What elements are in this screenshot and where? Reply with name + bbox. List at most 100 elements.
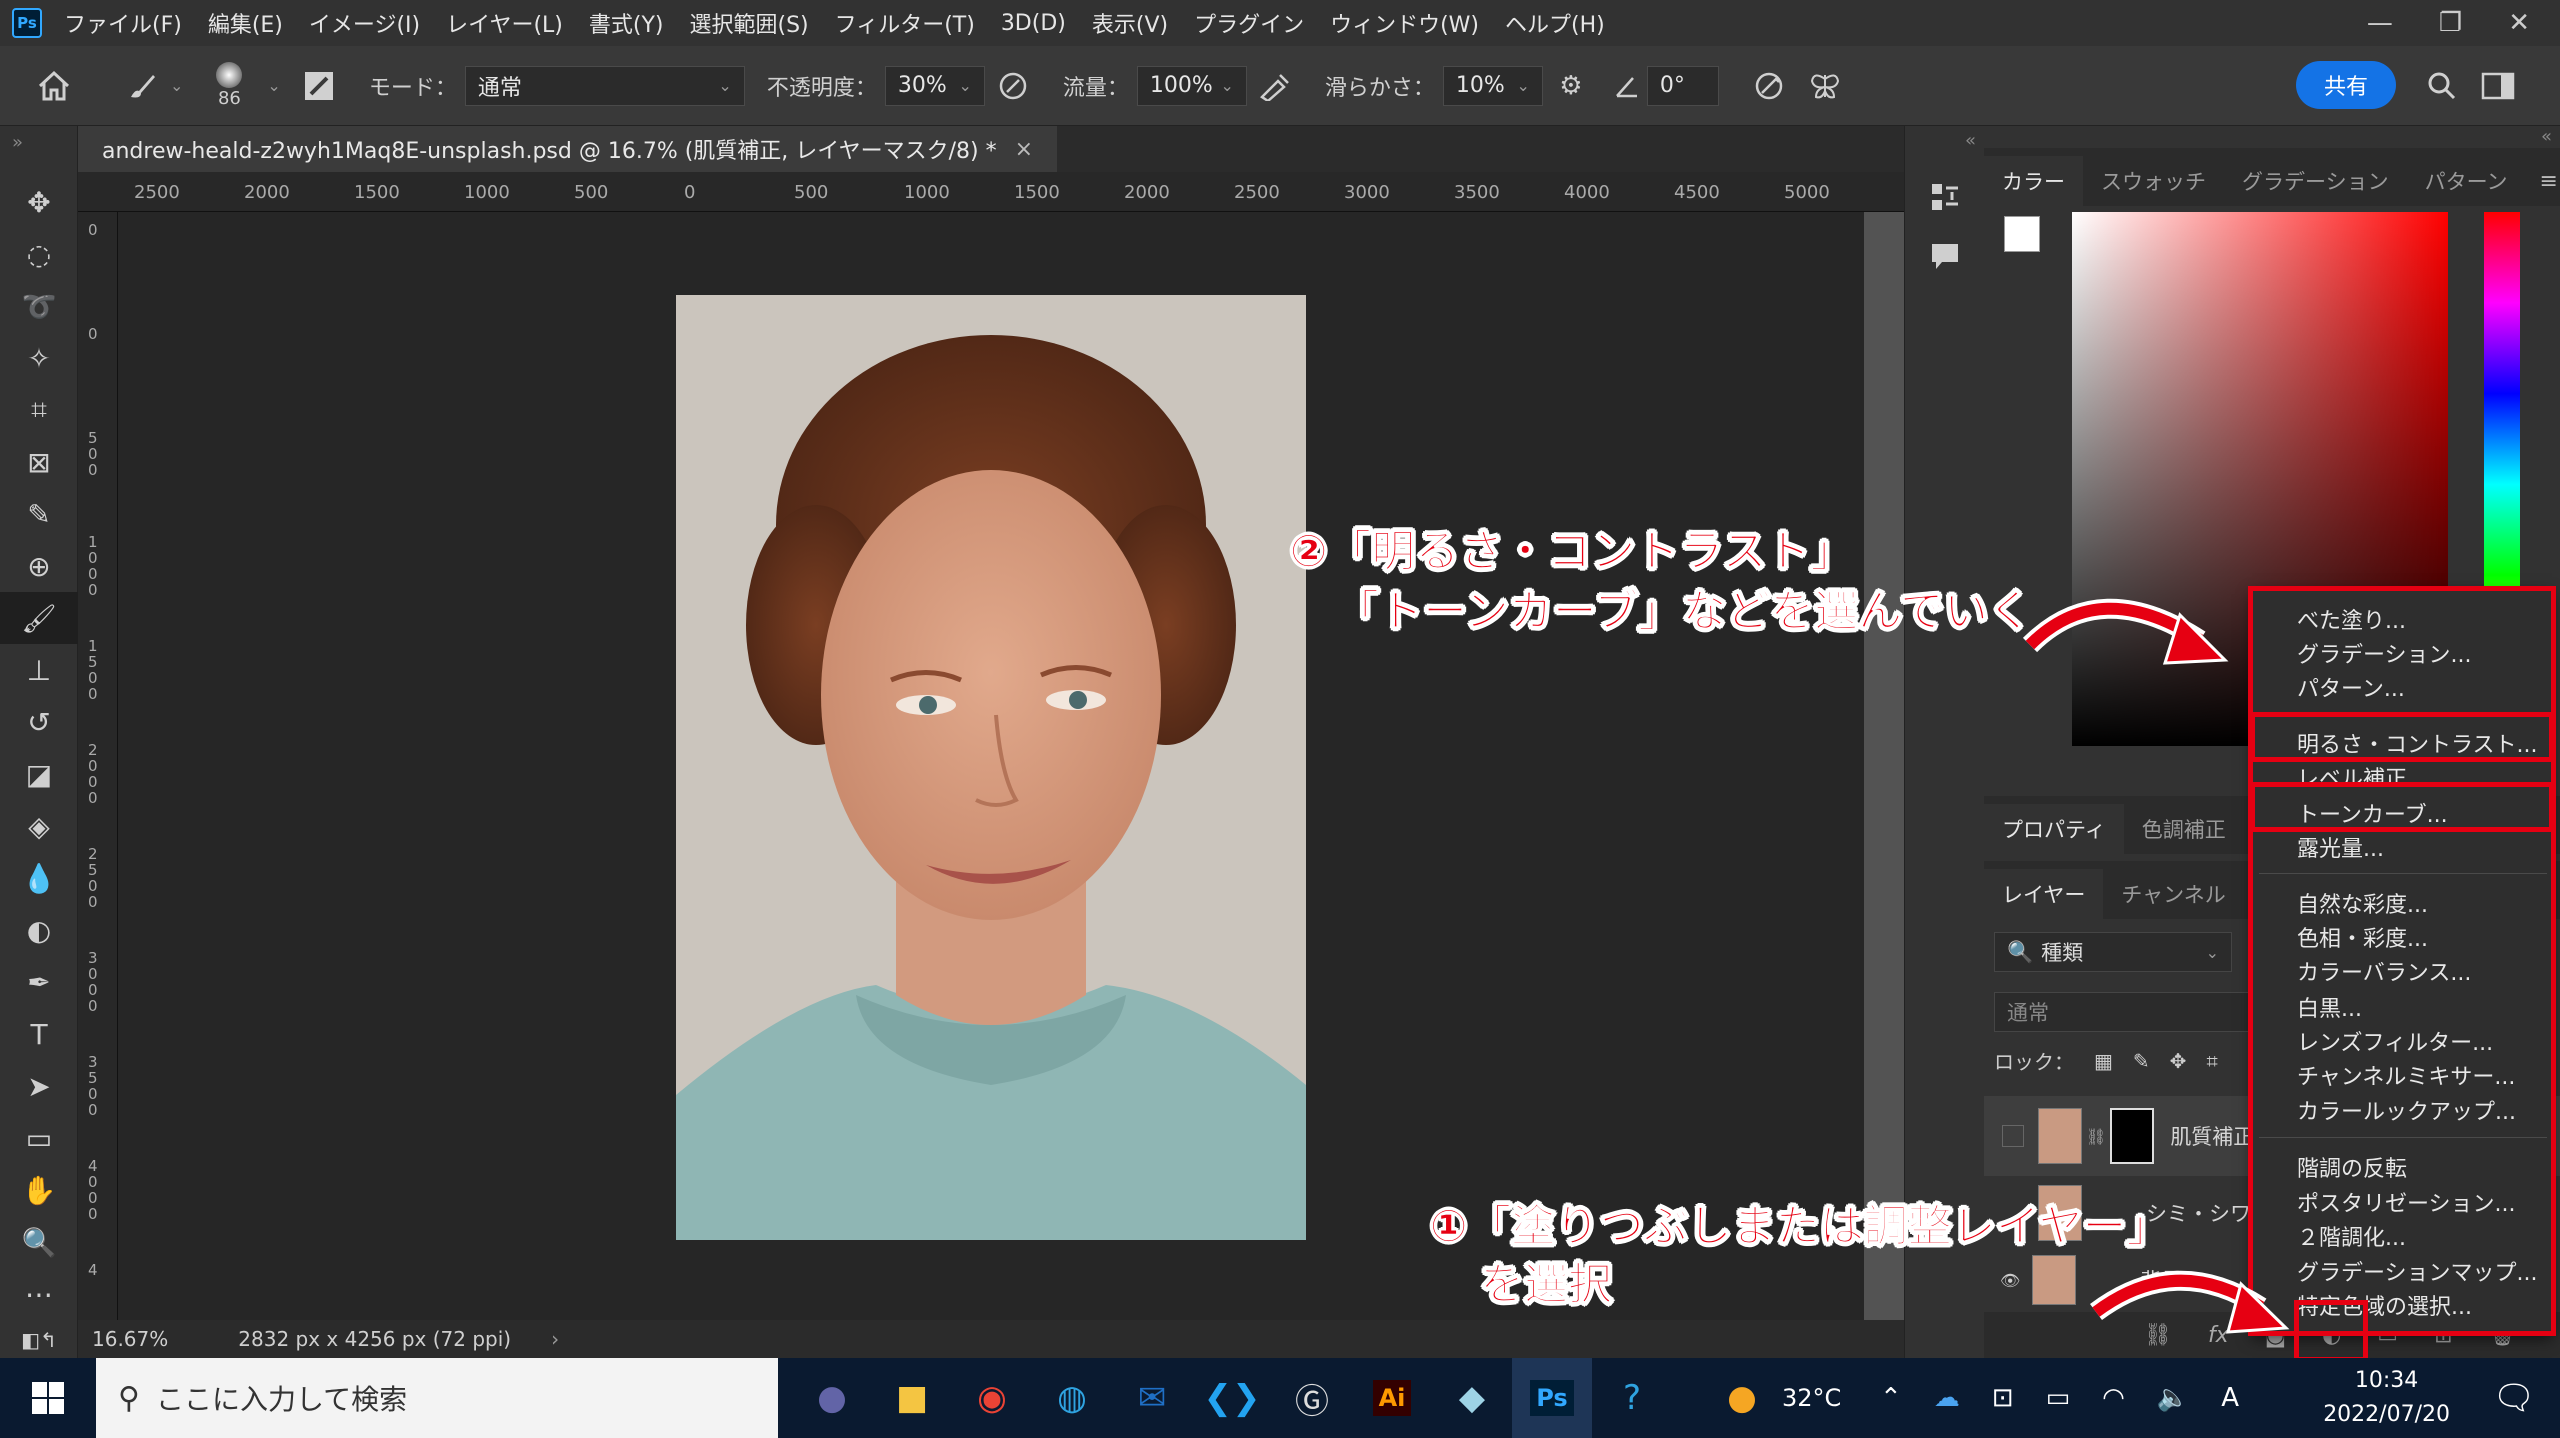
volume-icon[interactable]: 🔈 bbox=[2157, 1383, 2189, 1413]
chrome-icon[interactable]: ◉ bbox=[952, 1358, 1032, 1438]
pressure-opacity-icon[interactable] bbox=[993, 66, 1033, 106]
clone-stamp-tool-icon[interactable]: ⊥ bbox=[0, 644, 78, 696]
frame-tool-icon[interactable]: ⊠ bbox=[0, 436, 78, 488]
menu-layer[interactable]: レイヤー(L) bbox=[446, 7, 563, 39]
menu-select[interactable]: 選択範囲(S) bbox=[690, 7, 809, 39]
menu-window[interactable]: ウィンドウ(W) bbox=[1330, 7, 1479, 39]
lock-position-icon[interactable]: ✥ bbox=[2170, 1049, 2187, 1073]
meet-now-icon[interactable]: ⊡ bbox=[1992, 1383, 2014, 1413]
workspace-icon[interactable] bbox=[2478, 66, 2518, 106]
menu-help[interactable]: ヘルプ(H) bbox=[1505, 7, 1605, 39]
illustrator-icon[interactable]: Ai bbox=[1352, 1358, 1432, 1438]
type-tool-icon[interactable]: T bbox=[0, 1008, 78, 1060]
blend-mode-select[interactable]: 通常 bbox=[1994, 992, 2254, 1032]
chevron-down-icon[interactable]: ⌄ bbox=[170, 76, 183, 95]
brush-settings-icon[interactable] bbox=[299, 66, 339, 106]
smoothing-field[interactable]: 10% ⌄ bbox=[1442, 65, 1543, 106]
tab-channels[interactable]: チャンネル bbox=[2103, 869, 2243, 919]
tab-patterns[interactable]: パターン bbox=[2407, 156, 2526, 206]
layer-mask-thumbnail[interactable] bbox=[2110, 1108, 2155, 1164]
menu-filter[interactable]: フィルター(T) bbox=[835, 7, 975, 39]
collapse-panels-icon[interactable]: « bbox=[2541, 126, 2552, 147]
eraser-tool-icon[interactable]: ◪ bbox=[0, 748, 78, 800]
gear-icon[interactable]: ⚙ bbox=[1551, 66, 1591, 106]
tab-adjustments[interactable]: 色調補正 bbox=[2124, 804, 2244, 854]
pressure-size-icon[interactable] bbox=[1749, 66, 1789, 106]
share-button[interactable]: 共有 bbox=[2296, 61, 2396, 109]
close-window-button[interactable]: ✕ bbox=[2508, 8, 2530, 38]
airbrush-icon[interactable] bbox=[1255, 66, 1295, 106]
eye-icon[interactable]: 👁 bbox=[2000, 1271, 2020, 1290]
document-tab[interactable]: andrew-heald-z2wyh1Maq8E-unsplash.psd @ … bbox=[78, 126, 1058, 172]
ellipse-marquee-tool-icon[interactable]: ◌ bbox=[0, 228, 78, 280]
close-tab-icon[interactable]: × bbox=[1015, 137, 1033, 162]
chevron-up-icon[interactable]: ⌃ bbox=[1880, 1383, 1902, 1413]
more-tools-icon[interactable]: ⋯ bbox=[0, 1268, 78, 1320]
tab-swatches[interactable]: スウォッチ bbox=[2083, 156, 2224, 206]
paint-bucket-tool-icon[interactable]: ◈ bbox=[0, 800, 78, 852]
menu-edit[interactable]: 編集(E) bbox=[208, 7, 283, 39]
app-g-icon[interactable]: Ⓖ bbox=[1272, 1358, 1352, 1438]
collapse-toolbar-icon[interactable]: » bbox=[0, 126, 77, 176]
taskbar-clock[interactable]: 10:34 2022/07/20 bbox=[2323, 1364, 2450, 1432]
restore-button[interactable]: ❐ bbox=[2439, 8, 2462, 38]
flow-field[interactable]: 100% ⌄ bbox=[1136, 65, 1247, 106]
notifications-icon[interactable]: 🗨 bbox=[2474, 1358, 2554, 1438]
layer-filter-select[interactable]: 🔍 種類 ⌄ bbox=[1994, 932, 2232, 972]
menu-type[interactable]: 書式(Y) bbox=[589, 7, 664, 39]
home-icon[interactable] bbox=[34, 66, 74, 106]
path-selection-tool-icon[interactable]: ➤ bbox=[0, 1060, 78, 1112]
edge-icon[interactable]: ◍ bbox=[1032, 1358, 1112, 1438]
swap-colors-icon[interactable]: ◧↰ bbox=[0, 1320, 78, 1360]
photoshop-taskbar-icon[interactable]: Ps bbox=[1512, 1358, 1592, 1438]
zoom-level[interactable]: 16.67% bbox=[92, 1327, 168, 1351]
blur-tool-icon[interactable]: 💧 bbox=[0, 852, 78, 904]
foreground-color-swatch[interactable] bbox=[2004, 216, 2040, 252]
healing-brush-tool-icon[interactable]: ⊕ bbox=[0, 540, 78, 592]
ime-indicator[interactable]: A bbox=[2221, 1383, 2239, 1413]
menu-view[interactable]: 表示(V) bbox=[1092, 7, 1168, 39]
canvas-area[interactable] bbox=[118, 212, 1864, 1320]
lasso-tool-icon[interactable]: ➰ bbox=[0, 280, 78, 332]
rectangle-tool-icon[interactable]: ▭ bbox=[0, 1112, 78, 1164]
tab-layers[interactable]: レイヤー bbox=[1984, 869, 2104, 919]
chevron-down-icon[interactable]: ⌄ bbox=[267, 76, 280, 95]
brush-tool-icon[interactable] bbox=[122, 66, 162, 106]
layer-name[interactable]: 肌質補正 bbox=[2170, 1121, 2254, 1151]
visibility-toggle[interactable] bbox=[2002, 1125, 2024, 1147]
tab-gradients[interactable]: グラデーション bbox=[2224, 156, 2407, 206]
app-notes-icon[interactable]: ◆ bbox=[1432, 1358, 1512, 1438]
file-explorer-icon[interactable]: ■ bbox=[872, 1358, 952, 1438]
collapse-dock-icon[interactable]: « bbox=[1905, 126, 1984, 155]
history-panel-icon[interactable] bbox=[1925, 177, 1965, 217]
minimize-button[interactable]: — bbox=[2367, 8, 2393, 38]
outlook-icon[interactable]: ✉ bbox=[1112, 1358, 1192, 1438]
link-icon[interactable]: ⛓ bbox=[2086, 1127, 2106, 1146]
move-tool-icon[interactable]: ✥ bbox=[0, 176, 78, 228]
tab-properties[interactable]: プロパティ bbox=[1984, 804, 2124, 854]
onedrive-icon[interactable]: ☁ bbox=[1934, 1383, 1960, 1413]
lock-artboard-icon[interactable]: ⌗ bbox=[2206, 1049, 2217, 1073]
vscode-icon[interactable]: ❮❯ bbox=[1192, 1358, 1272, 1438]
angle-field[interactable]: 0° bbox=[1646, 65, 1719, 106]
lock-pixels-icon[interactable]: ✎ bbox=[2133, 1049, 2150, 1073]
zoom-tool-icon[interactable]: 🔍 bbox=[0, 1216, 78, 1268]
comments-panel-icon[interactable] bbox=[1925, 237, 1965, 277]
wifi-icon[interactable]: ◠ bbox=[2102, 1383, 2125, 1413]
menu-image[interactable]: イメージ(I) bbox=[309, 7, 420, 39]
brush-tool-icon[interactable]: 🖌 bbox=[0, 592, 78, 644]
help-icon[interactable]: ? bbox=[1592, 1358, 1672, 1438]
battery-icon[interactable]: ▭ bbox=[2046, 1383, 2071, 1413]
symmetry-butterfly-icon[interactable] bbox=[1805, 66, 1845, 106]
taskbar-search[interactable]: ⚲ ここに入力して検索 bbox=[96, 1358, 778, 1438]
eyedropper-tool-icon[interactable]: ✎ bbox=[0, 488, 78, 540]
lock-transparency-icon[interactable]: ▦ bbox=[2094, 1049, 2113, 1073]
brush-preset-picker[interactable]: 86 bbox=[201, 62, 257, 109]
search-icon[interactable] bbox=[2422, 66, 2462, 106]
pen-tool-icon[interactable]: ✒ bbox=[0, 956, 78, 1008]
windows-start-icon[interactable] bbox=[0, 1358, 96, 1438]
history-brush-tool-icon[interactable]: ↺ bbox=[0, 696, 78, 748]
hand-tool-icon[interactable]: ✋ bbox=[0, 1164, 78, 1216]
panel-menu-icon[interactable]: ≡ bbox=[2526, 169, 2560, 206]
menu-3d[interactable]: 3D(D) bbox=[1001, 11, 1066, 36]
